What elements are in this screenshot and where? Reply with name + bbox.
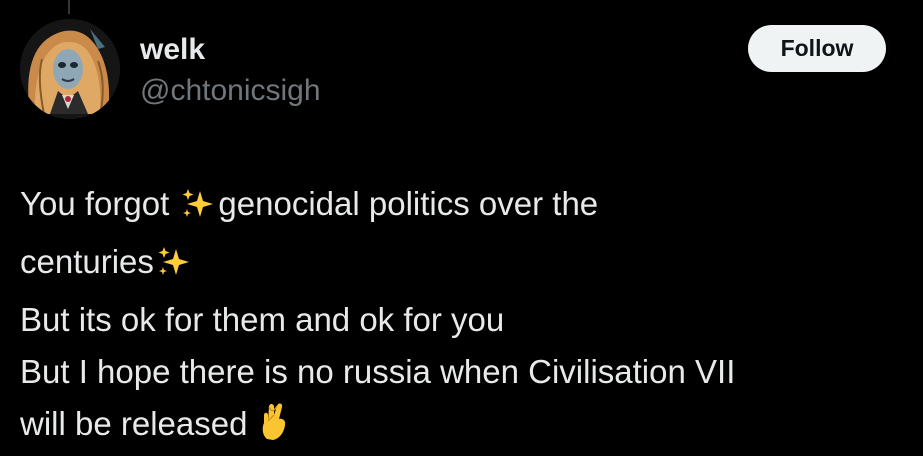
- tweet-line-5-text: will be released: [20, 405, 257, 442]
- sparkles-icon: [180, 184, 216, 236]
- avatar-image: [20, 19, 120, 119]
- tweet-line-2-text: centuries: [20, 243, 154, 280]
- follow-button[interactable]: Follow: [748, 25, 886, 72]
- sparkles-icon: [156, 242, 192, 294]
- tweet-line-1: You forgot genocidal politics over the: [20, 178, 900, 236]
- author-display-name[interactable]: welk: [140, 32, 205, 68]
- tweet-line-4: But I hope there is no russia when Civil…: [20, 353, 736, 390]
- crossed-fingers-icon: [259, 401, 289, 456]
- avatar[interactable]: [20, 19, 120, 119]
- tweet-line-3: But its ok for them and ok for you: [20, 301, 505, 338]
- tweet-line-2: centuries: [20, 236, 900, 294]
- thread-connector-line: [68, 0, 70, 14]
- tweet-text: You forgot genocidal politics over the c…: [20, 178, 900, 456]
- tweet-line-1-text-after: genocidal politics over the: [218, 185, 599, 222]
- tweet-line-5: will be released: [20, 398, 900, 456]
- tweet-line-1-text-before: You forgot: [20, 185, 179, 222]
- author-handle[interactable]: @chtonicsigh: [140, 73, 321, 109]
